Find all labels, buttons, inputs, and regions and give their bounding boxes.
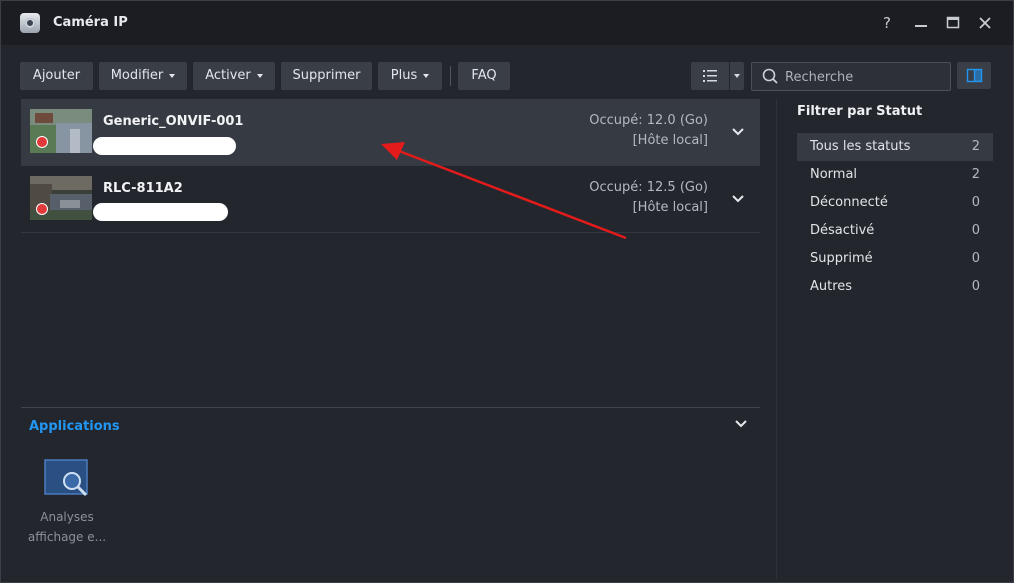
filter-count: 0 [971, 279, 980, 294]
applications-title: Applications [29, 419, 120, 434]
camera-ip-window: Caméra IP ? Ajouter Modifier Activer Sup… [0, 0, 1014, 583]
filter-label: Tous les statuts [810, 139, 911, 154]
application-label-line1: Analyses [40, 510, 94, 524]
filter-count: 0 [971, 251, 980, 266]
recording-indicator [36, 203, 48, 215]
camera-host: [Hôte local] [632, 133, 708, 148]
chevron-down-icon [169, 73, 176, 78]
toggle-filter-panel-button[interactable] [957, 62, 991, 89]
filter-panel-title: Filtrer par Statut [797, 104, 923, 119]
title-bar: Caméra IP ? [1, 1, 1013, 45]
redacted-ip [93, 137, 236, 155]
camera-row[interactable]: RLC-811A2 Occupé: 12.5 (Go) [Hôte local] [21, 166, 760, 233]
minimize-button[interactable] [911, 13, 931, 33]
storage-usage: Occupé: 12.5 (Go) [589, 180, 708, 195]
filter-label: Désactivé [810, 223, 875, 238]
side-panel-icon [966, 68, 983, 83]
search-box[interactable] [751, 62, 951, 91]
faq-button[interactable]: FAQ [458, 62, 510, 90]
help-button[interactable]: ? [877, 13, 897, 33]
chevron-down-icon[interactable] [731, 192, 745, 206]
search-icon [762, 68, 778, 84]
minimize-icon [915, 25, 927, 27]
filter-count: 0 [971, 223, 980, 238]
application-label-line2: affichage e... [27, 530, 107, 544]
search-input[interactable] [783, 67, 947, 87]
analytics-magnifier-icon [44, 459, 88, 497]
filter-disconnected[interactable]: Déconnecté 0 [797, 189, 993, 217]
camera-app-icon [20, 13, 40, 33]
close-button[interactable] [975, 13, 995, 33]
maximize-icon [946, 16, 960, 29]
delete-button[interactable]: Supprimer [281, 62, 372, 90]
filter-disabled[interactable]: Désactivé 0 [797, 217, 993, 245]
filter-normal[interactable]: Normal 2 [797, 161, 993, 189]
chevron-down-icon [256, 73, 263, 78]
recording-indicator [36, 136, 48, 148]
camera-list: Generic_ONVIF-001 Occupé: 12.0 (Go) [Hôt… [21, 99, 760, 407]
chevron-down-icon[interactable] [734, 417, 748, 431]
list-view-button[interactable] [691, 62, 729, 90]
maximize-button[interactable] [943, 13, 963, 33]
filter-count: 2 [971, 139, 980, 154]
filter-others[interactable]: Autres 0 [797, 273, 993, 301]
window-title: Caméra IP [53, 15, 128, 30]
filter-label: Normal [810, 167, 858, 182]
chevron-down-icon [423, 73, 430, 78]
more-label: Plus [390, 68, 418, 83]
filter-label: Déconnecté [810, 195, 888, 210]
camera-name: Generic_ONVIF-001 [103, 114, 244, 129]
list-icon [703, 70, 717, 82]
redacted-ip [93, 203, 228, 221]
chevron-down-icon [734, 74, 740, 78]
modify-label: Modifier [110, 68, 164, 83]
add-button[interactable]: Ajouter [20, 62, 93, 90]
activate-button[interactable]: Activer [193, 62, 275, 90]
filter-count: 0 [971, 195, 980, 210]
panel-splitter [776, 99, 777, 579]
camera-name: RLC-811A2 [103, 181, 183, 196]
modify-button[interactable]: Modifier [99, 62, 187, 90]
filter-deleted[interactable]: Supprimé 0 [797, 245, 993, 273]
filter-label: Supprimé [810, 251, 873, 266]
view-options-dropdown[interactable] [730, 62, 744, 90]
filter-all-statuses[interactable]: Tous les statuts 2 [797, 133, 993, 161]
chevron-down-icon[interactable] [731, 125, 745, 139]
toolbar-separator [450, 66, 451, 86]
camera-row[interactable]: Generic_ONVIF-001 Occupé: 12.0 (Go) [Hôt… [21, 99, 760, 166]
more-button[interactable]: Plus [378, 62, 442, 90]
storage-usage: Occupé: 12.0 (Go) [589, 113, 708, 128]
filter-label: Autres [810, 279, 853, 294]
applications-divider [21, 407, 760, 408]
activate-label: Activer [205, 68, 251, 83]
camera-host: [Hôte local] [632, 200, 708, 215]
close-icon [979, 17, 991, 29]
filter-count: 2 [971, 167, 980, 182]
